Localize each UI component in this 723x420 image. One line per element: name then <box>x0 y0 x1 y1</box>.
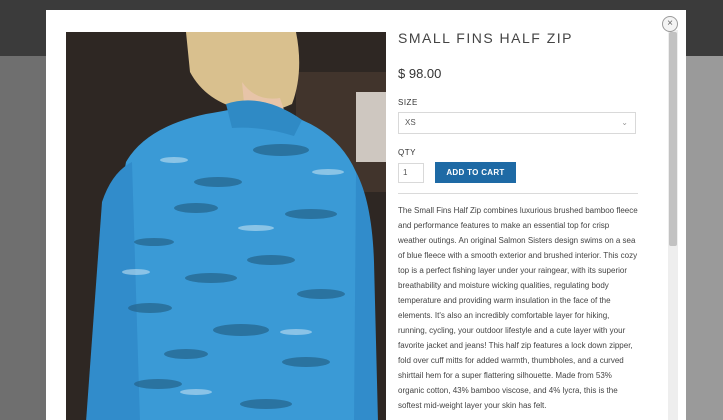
size-select-value: XS <box>405 118 416 127</box>
quantity-input[interactable]: 1 <box>398 162 424 183</box>
product-price: $ 98.00 <box>398 66 442 81</box>
qty-label: QTY <box>398 148 416 157</box>
product-title: SMALL FINS HALF ZIP <box>398 30 574 46</box>
modal-scrollbar[interactable] <box>668 30 678 420</box>
size-label: SIZE <box>398 98 418 107</box>
product-description: The Small Fins Half Zip combines luxurio… <box>398 206 638 410</box>
product-image <box>66 32 386 420</box>
chevron-down-icon: ⌄ <box>621 118 628 127</box>
close-icon[interactable]: × <box>662 16 678 32</box>
add-to-cart-button[interactable]: ADD TO CART <box>435 162 516 183</box>
quick-view-modal: SMALL FINS HALF ZIP $ 98.00 SIZE XS ⌄ QT… <box>46 10 686 420</box>
scrollbar-thumb[interactable] <box>669 32 677 246</box>
size-select[interactable]: XS ⌄ <box>398 112 636 134</box>
background-right-panel <box>685 56 723 420</box>
background-left-panel <box>0 56 46 420</box>
qty-row: 1 ADD TO CART <box>398 162 646 183</box>
product-details: SMALL FINS HALF ZIP $ 98.00 SIZE XS ⌄ QT… <box>398 30 646 413</box>
divider <box>398 193 638 194</box>
